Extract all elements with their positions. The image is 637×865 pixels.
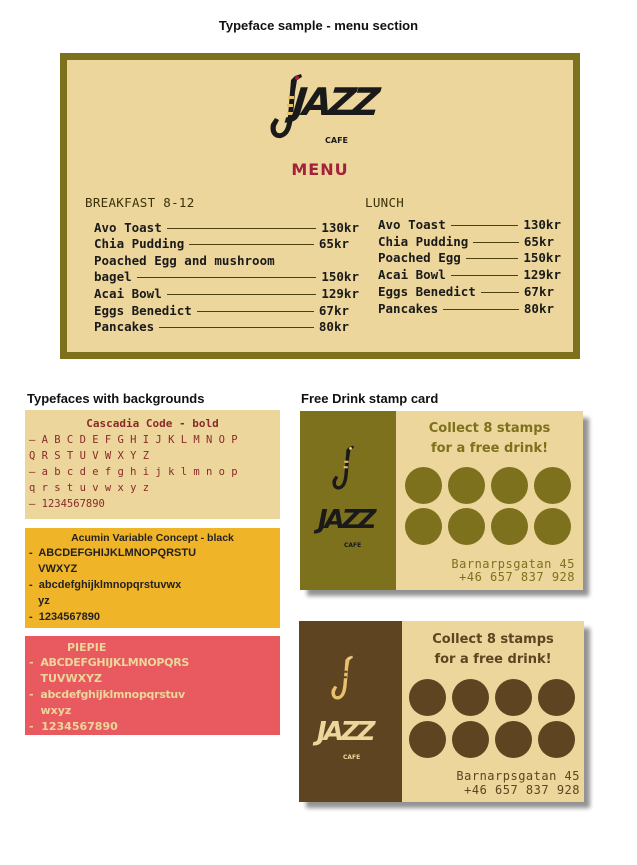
stamp-circle: [452, 679, 489, 716]
card-collect-line2: for a free drink!: [434, 652, 552, 667]
swatch-line: Q R S T U V W X Y Z: [29, 450, 150, 462]
card-logo-wordmark: JAZZ: [318, 505, 376, 535]
stamp-circle: [409, 679, 446, 716]
logo-subword: CAFE: [325, 136, 348, 145]
card-collect-line1: Collect 8 stamps: [428, 421, 551, 436]
swatch-line: VWXYZ: [29, 563, 78, 575]
saxophone-icon: [331, 655, 353, 700]
menu-panel: JAZZ CAFE MENU BREAKFAST 8-12 Avo Toast 1…: [67, 60, 573, 352]
menu-heading: MENU: [291, 160, 349, 179]
lunch-item: Poached Egg 150kr: [378, 250, 561, 265]
stamp-circle: [495, 721, 532, 758]
logo-wordmark: JAZZ: [290, 80, 378, 124]
swatch-line: - abcdefghijklmnopqrstuvwx: [29, 579, 182, 591]
stamp-circle: [409, 721, 446, 758]
swatch-line: - ABCDEFGHIJKLMNOPQRSTU: [29, 547, 197, 559]
stamp-card-brown: JAZZ CAFE Collect 8 stamps for a free dr…: [299, 621, 584, 802]
breakfast-item: bagel 150kr: [94, 269, 359, 284]
stamp-cards-heading: Free Drink stamp card: [301, 391, 439, 406]
swatch-line: q r s t u v w x y z: [29, 482, 150, 494]
breakfast-item: Chia Pudding 65kr: [94, 236, 349, 251]
stamp-circle: [448, 467, 485, 504]
stamp-circle: [491, 508, 528, 545]
card-collect-line1: Collect 8 stamps: [432, 632, 554, 647]
stamp-circle: [405, 508, 442, 545]
card-address: Barnarpsgatan 45: [456, 769, 580, 783]
stamp-circle: [405, 467, 442, 504]
stamp-circle: [448, 508, 485, 545]
card-phone: +46 657 837 928: [459, 570, 575, 584]
saxophone-icon: [332, 445, 354, 490]
breakfast-title: BREAKFAST 8-12: [85, 195, 195, 210]
breakfast-item: Acai Bowl 129kr: [94, 286, 359, 301]
swatch-line: - ABCDEFGHIJKLMNOPQRS: [29, 656, 190, 669]
swatch-title: Acumin Variable Concept - black: [71, 532, 234, 544]
lunch-item: Chia Pudding 65kr: [378, 234, 554, 249]
swatch-piepie: PIEPIE - ABCDEFGHIJKLMNOPQRS TUVWXYZ - a…: [25, 636, 280, 735]
stamp-circle: [491, 467, 528, 504]
stamp-circle: [452, 721, 489, 758]
lunch-item: Pancakes 80kr: [378, 301, 554, 316]
swatch-line: – A B C D E F G H I J K L M N O P: [29, 434, 238, 446]
lunch-item: Eggs Benedict 67kr: [378, 284, 554, 299]
lunch-item: Avo Toast 130kr: [378, 217, 561, 232]
swatch-title: PIEPIE: [67, 641, 107, 654]
card-logo-wordmark: JAZZ: [317, 717, 375, 747]
card-logo-subword: CAFE: [343, 754, 361, 761]
swatch-line: – 1234567890: [29, 498, 105, 510]
swatch-line: - 1234567890: [29, 611, 100, 623]
stamp-card-olive: JAZZ CAFE Collect 8 stamps for a free dr…: [300, 411, 583, 590]
stamp-circle: [538, 721, 575, 758]
card-collect-line2: for a free drink!: [430, 441, 549, 456]
swatch-line: wxyz: [29, 704, 72, 717]
lunch-item: Acai Bowl 129kr: [378, 267, 561, 282]
swatch-line: - 1234567890: [29, 720, 118, 733]
stamp-circle: [534, 508, 571, 545]
swatch-line: yz: [29, 595, 50, 607]
swatch-line: – a b c d e f g h i j k l m n o p: [29, 466, 238, 478]
card-logo-subword: CAFE: [344, 542, 362, 549]
card-address: Barnarpsgatan 45: [451, 557, 575, 571]
breakfast-item-line1: Poached Egg and mushroom: [94, 253, 275, 268]
breakfast-item: Eggs Benedict 67kr: [94, 303, 349, 318]
swatch-line: - abcdefghijklmnopqrstuv: [29, 688, 185, 701]
typefaces-heading: Typefaces with backgrounds: [27, 391, 205, 406]
lunch-title: LUNCH: [365, 195, 405, 210]
swatch-cascadia: Cascadia Code - bold – A B C D E F G H I…: [25, 410, 280, 519]
breakfast-item: Pancakes 80kr: [94, 319, 349, 334]
card-phone: +46 657 837 928: [464, 783, 580, 797]
stamp-circle: [534, 467, 571, 504]
swatch-line: TUVWXYZ: [29, 672, 102, 685]
stamp-circle: [495, 679, 532, 716]
breakfast-item: Avo Toast 130kr: [94, 220, 359, 235]
page-title: Typeface sample - menu section: [218, 18, 419, 33]
stamp-circle: [538, 679, 575, 716]
swatch-title: Cascadia Code - bold: [86, 417, 219, 430]
swatch-acumin: Acumin Variable Concept - black - ABCDEF…: [25, 528, 280, 628]
